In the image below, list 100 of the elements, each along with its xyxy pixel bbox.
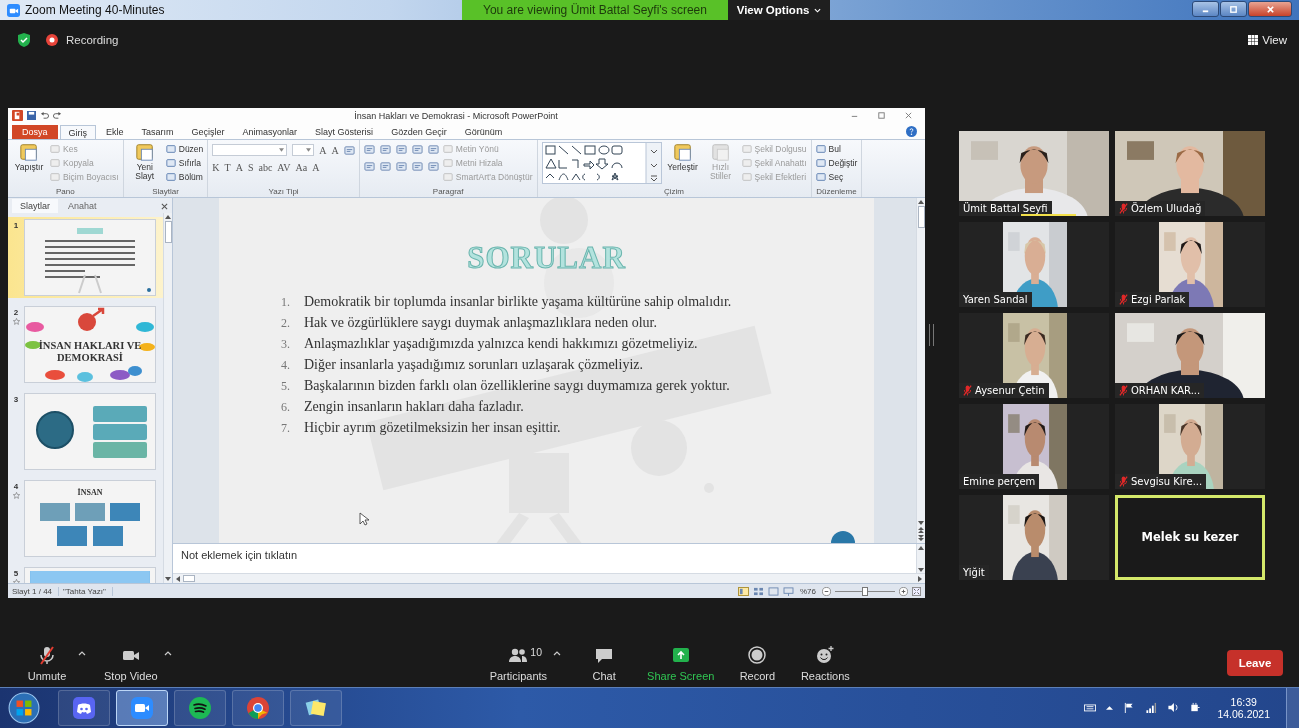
slide-thumbnail-row[interactable]: 5 xyxy=(8,565,163,584)
scroll-right-icon[interactable] xyxy=(918,575,922,582)
ribbon-tab[interactable]: Tasarım xyxy=(133,125,182,140)
slide-thumbnail-row[interactable]: 1 xyxy=(8,217,163,299)
ribbon-button[interactable]: Bul xyxy=(815,143,858,155)
slide-thumbnail[interactable]: İNSAN xyxy=(24,480,156,558)
font-name-field[interactable] xyxy=(212,144,288,157)
ribbon-tab[interactable]: Giriş xyxy=(59,125,96,140)
taskbar-app-button[interactable] xyxy=(116,690,168,726)
slide-thumbnail-row[interactable]: 2 İNSAN HAKLARI VE DEMOKRASİ xyxy=(8,304,163,386)
shapes-gallery[interactable] xyxy=(541,142,662,185)
shield-icon[interactable] xyxy=(18,32,30,47)
chat-button[interactable]: Chat xyxy=(579,644,630,682)
scroll-thumb[interactable] xyxy=(917,206,925,229)
ribbon-tab[interactable]: Ekle xyxy=(98,125,132,140)
ribbon-tab[interactable]: Geçişler xyxy=(183,125,233,140)
audio-button[interactable]: Unmute xyxy=(22,644,72,682)
ribbon-tab[interactable]: Gözden Geçir xyxy=(383,125,455,140)
slide-thumbnail-row[interactable]: 3 xyxy=(8,391,163,473)
ribbon-tab[interactable]: Görünüm xyxy=(456,125,511,140)
format-button[interactable]: S xyxy=(247,162,254,174)
scroll-thumb[interactable] xyxy=(183,575,195,583)
redo-icon[interactable] xyxy=(53,111,62,121)
ribbon-tab[interactable]: Animasyonlar xyxy=(234,125,306,140)
format-button[interactable]: AV xyxy=(277,162,291,174)
close-icon[interactable] xyxy=(904,111,913,121)
video-tile[interactable]: Yaren Sandal xyxy=(959,221,1109,307)
video-tile[interactable]: Ezgi Parlak xyxy=(1115,221,1265,307)
ribbon-button[interactable]: Yapıştır xyxy=(12,142,46,173)
caret-icon[interactable] xyxy=(78,650,86,656)
view-button[interactable]: View xyxy=(1248,33,1287,46)
scroll-up-icon[interactable] xyxy=(918,546,924,551)
font-size-button[interactable]: A xyxy=(331,144,339,156)
previous-slide-icon[interactable] xyxy=(918,527,924,534)
font-size-field[interactable] xyxy=(292,144,315,157)
record-button[interactable]: Record xyxy=(732,644,783,682)
slider-thumb[interactable] xyxy=(862,586,868,596)
power-plug-icon[interactable] xyxy=(1189,702,1202,714)
video-tile[interactable]: Sevgisu Kire... xyxy=(1115,403,1265,489)
ribbon-button[interactable]: Seç xyxy=(815,171,858,183)
ribbon-tab[interactable]: Dosya xyxy=(12,125,58,140)
notes-field[interactable]: Not eklemek için tıklatın xyxy=(173,544,916,574)
fit-window-icon[interactable] xyxy=(912,586,921,596)
ribbon-button[interactable]: Düzen xyxy=(165,143,204,155)
leave-button[interactable]: Leave xyxy=(1227,650,1283,676)
next-slide-icon[interactable] xyxy=(918,535,924,542)
video-tile[interactable]: Melek su kezer xyxy=(1115,494,1265,580)
video-tile[interactable]: Ümit Battal Seyfi xyxy=(959,130,1109,216)
slide-thumbnail-row[interactable]: 4 İNSAN xyxy=(8,478,163,560)
ribbon-button[interactable]: Değiştir xyxy=(815,157,858,169)
scroll-down-icon[interactable] xyxy=(918,521,924,526)
video-button[interactable]: Stop Video xyxy=(104,644,158,682)
scrollbar[interactable] xyxy=(173,573,925,584)
format-button[interactable]: abc xyxy=(258,162,273,174)
scrollbar[interactable] xyxy=(916,198,925,544)
ribbon-button[interactable]: Sıfırla xyxy=(165,157,204,169)
scrollbar[interactable] xyxy=(916,544,925,575)
keyboard-icon[interactable] xyxy=(1084,702,1097,714)
caret-icon[interactable] xyxy=(553,650,562,656)
slide-thumbnail[interactable] xyxy=(24,219,156,297)
pane-tab[interactable]: Anahat xyxy=(60,199,105,214)
format-button[interactable]: Aa xyxy=(295,162,308,174)
close-icon[interactable] xyxy=(161,203,168,211)
slide-thumbnail[interactable]: İNSAN HAKLARI VE DEMOKRASİ xyxy=(24,306,156,384)
flag-icon[interactable] xyxy=(1123,702,1136,714)
ribbon-button[interactable]: Yeni Slayt xyxy=(127,142,162,182)
normal-view-icon[interactable] xyxy=(738,586,749,596)
video-tile[interactable]: Emine perçem xyxy=(959,403,1109,489)
ribbon-button[interactable]: Bölüm xyxy=(165,171,204,183)
minimize-button[interactable] xyxy=(1192,1,1219,17)
font-size-button[interactable]: A xyxy=(319,144,327,156)
video-tile[interactable]: Özlem Uludağ xyxy=(1115,130,1265,216)
zoom-in-icon[interactable] xyxy=(899,586,908,596)
scrollbar[interactable] xyxy=(163,213,172,584)
slide-thumbnail[interactable] xyxy=(24,393,156,471)
ribbon-button[interactable]: Yerleştir xyxy=(665,142,700,173)
reactions-button[interactable]: Reactions xyxy=(800,644,851,682)
save-icon[interactable] xyxy=(27,111,36,121)
clock-time[interactable]: 16:39 xyxy=(1230,696,1257,708)
caret-icon[interactable] xyxy=(163,650,172,656)
help-icon[interactable] xyxy=(906,126,917,138)
caret-icon[interactable] xyxy=(1106,705,1114,711)
format-button[interactable]: T xyxy=(224,162,231,174)
slide-sorter-icon[interactable] xyxy=(753,586,764,596)
splitter-handle[interactable] xyxy=(929,323,934,346)
video-tile[interactable]: ORHAN KAR... xyxy=(1115,312,1265,398)
pane-tab[interactable]: Slaytlar xyxy=(12,199,58,214)
format-button[interactable]: A xyxy=(312,162,320,174)
scroll-thumb[interactable] xyxy=(164,221,172,244)
view-options-button[interactable]: View Options xyxy=(728,0,830,20)
undo-icon[interactable] xyxy=(40,111,49,121)
video-tile[interactable]: Aysenur Çetin xyxy=(959,312,1109,398)
signal-icon[interactable] xyxy=(1145,702,1158,714)
maximize-button[interactable] xyxy=(1220,1,1247,17)
speaker-icon[interactable] xyxy=(1167,702,1180,714)
format-button[interactable]: K xyxy=(212,162,220,174)
zoom-out-icon[interactable] xyxy=(822,586,831,596)
scroll-left-icon[interactable] xyxy=(176,575,180,582)
format-button[interactable]: A xyxy=(235,162,243,174)
ribbon-tab[interactable]: Slayt Gösterisi xyxy=(307,125,382,140)
